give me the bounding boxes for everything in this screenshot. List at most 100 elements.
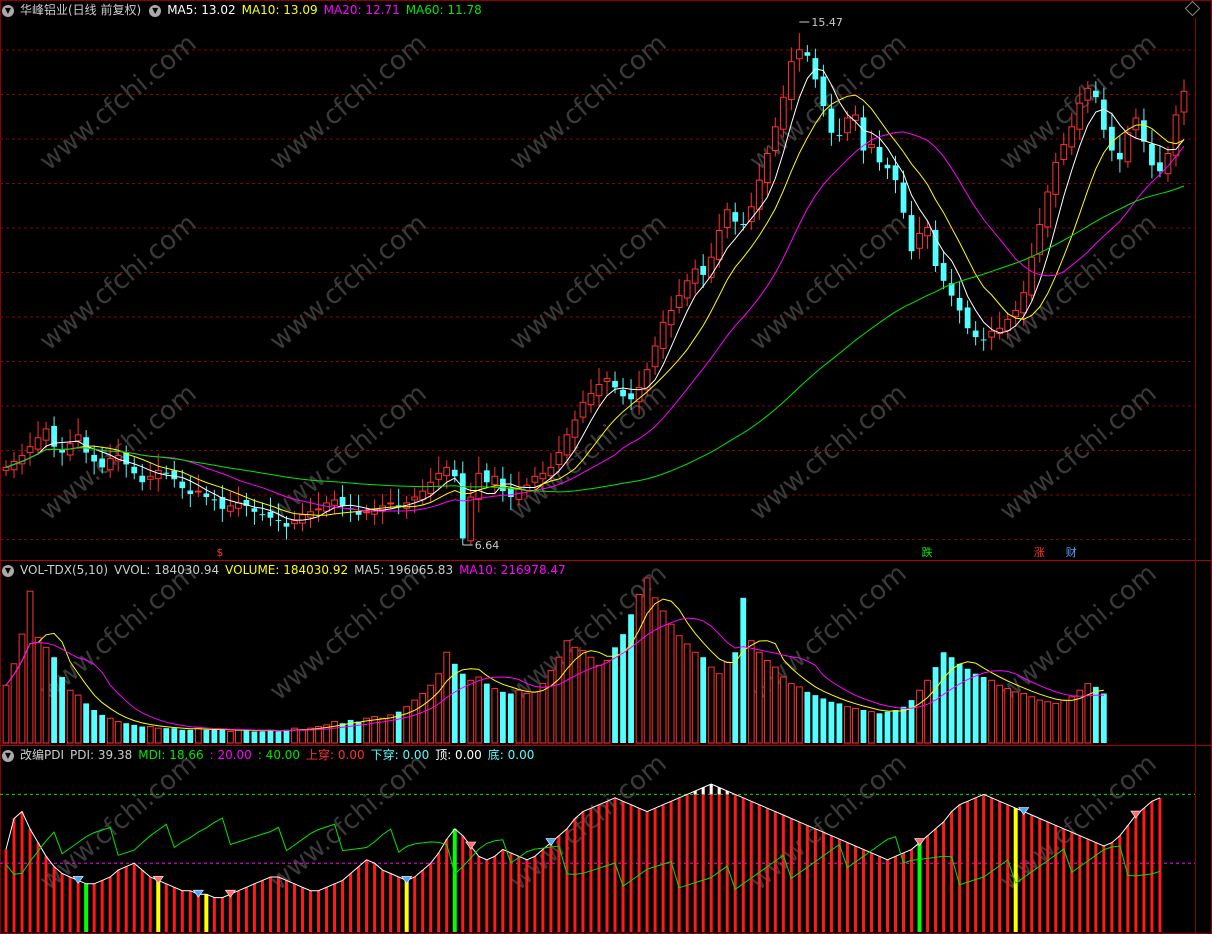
- pdi-bar: [365, 859, 369, 932]
- pdi-bar: [813, 828, 817, 932]
- volume-bar-up: [1084, 683, 1092, 744]
- candle-body-up: [1052, 161, 1060, 195]
- volume-title[interactable]: VOL-TDX(5,10): [20, 563, 108, 577]
- volume-bar-down: [91, 710, 98, 743]
- candle-body-up: [707, 256, 715, 278]
- volume-bar-down: [908, 700, 915, 743]
- pdi-collapse-icon[interactable]: ▼: [2, 749, 14, 762]
- pdi-bar: [317, 890, 321, 932]
- candle-body-down: [1149, 144, 1155, 166]
- pdi-bar: [837, 839, 841, 932]
- candle-body-up: [74, 434, 82, 442]
- volume-bar-down: [812, 695, 819, 743]
- volume-bar-down: [628, 614, 634, 743]
- watermark-text: www.cfchi.com: [264, 749, 433, 897]
- candle-body-down: [732, 212, 739, 222]
- candle-body-up: [651, 345, 659, 368]
- candle-body-down: [131, 466, 138, 474]
- volume-bar-down: [283, 729, 290, 743]
- candle-body-down: [620, 389, 626, 397]
- pdi-bar: [76, 880, 80, 932]
- volume-bar-up: [547, 669, 555, 744]
- volume-bar-down: [83, 703, 90, 743]
- pdi-bar: [333, 883, 337, 932]
- volume-bar-up: [1028, 696, 1036, 744]
- candle-body-down: [964, 307, 971, 329]
- pdi-bar: [188, 890, 192, 932]
- candle-body-up: [291, 520, 298, 525]
- candle-body-down: [956, 298, 963, 311]
- volume-bar-up: [1020, 693, 1028, 744]
- candle-body-up: [1060, 144, 1068, 160]
- candle-body-up: [427, 481, 435, 494]
- pdi-bar: [252, 883, 256, 932]
- pdi-bar: [509, 852, 513, 932]
- candle-body-up: [1036, 224, 1044, 255]
- volume-bar-up: [467, 679, 475, 744]
- volume-bar-up: [1004, 688, 1012, 744]
- pdi-bar: [926, 835, 930, 932]
- candle-body-down: [99, 458, 106, 468]
- candle-body-up: [771, 126, 779, 152]
- volume-bar-up: [779, 676, 787, 744]
- candle-body-down: [203, 493, 210, 498]
- candle-body-down: [892, 165, 899, 181]
- candle-body-up: [411, 496, 419, 501]
- pdi-bar: [517, 856, 521, 932]
- pdi-bar: [1030, 815, 1034, 932]
- pdi-bar: [942, 821, 946, 932]
- volume-ma5-value: MA5: 196065.83: [354, 563, 454, 577]
- pdi-bar: [100, 880, 104, 932]
- bottom-value: 底: 0.00: [487, 748, 535, 762]
- pdi-bar: [990, 797, 994, 932]
- pdi-bar: [966, 801, 970, 932]
- dropdown-icon[interactable]: ▼: [149, 4, 162, 17]
- candle-body-up: [555, 452, 563, 465]
- volume-collapse-icon[interactable]: ▼: [2, 564, 14, 577]
- stock-chart-canvas[interactable]: www.cfchi.com www.cfchi.com www.cfchi.com w…: [0, 0, 1212, 934]
- volume-bar-down: [275, 731, 282, 743]
- pdi-bar: [685, 794, 689, 932]
- pdi-bar: [853, 846, 857, 932]
- watermark-text: www.cfchi.com: [504, 29, 673, 177]
- candle-body-down: [499, 478, 506, 492]
- stock-title[interactable]: 华峰铝业(日线 前复权): [20, 3, 141, 17]
- volume-bar-down: [900, 706, 907, 743]
- pdi-bar: [60, 873, 64, 932]
- collapse-icon[interactable]: ▼: [2, 4, 14, 17]
- pdi-bar: [397, 876, 401, 932]
- pdi-title[interactable]: 改编PDI: [20, 748, 64, 762]
- price-panel-header: ▼ 华峰铝业(日线 前复权) ▼ MA5: 13.02 MA10: 13.09 MA20:…: [0, 1, 488, 19]
- candle-body-down: [163, 472, 170, 474]
- volume-bar-up: [1044, 701, 1052, 744]
- volume-bar-up: [74, 694, 82, 744]
- volume-bar-up: [635, 594, 643, 744]
- candle-body-up: [723, 209, 731, 229]
- pdi-bar: [581, 811, 585, 932]
- candle-body-up: [1068, 126, 1076, 148]
- candle-body-down: [820, 76, 827, 107]
- pdi-bar-top: [701, 787, 705, 795]
- candle-body-up: [916, 232, 923, 249]
- pdi-bar: [653, 808, 657, 932]
- candle-body-up: [691, 268, 699, 284]
- candle-body-up: [1132, 117, 1140, 131]
- pdi-bar: [228, 894, 232, 932]
- pdi-bar: [845, 842, 849, 932]
- candle-body-up: [194, 490, 202, 493]
- candle-body-up: [34, 437, 42, 450]
- pdi-bar: [172, 887, 176, 932]
- pdi-bar: [741, 797, 745, 932]
- pdi-bar: [661, 804, 665, 932]
- candle-body-down: [1117, 152, 1123, 160]
- candle-body-down: [91, 454, 98, 462]
- pdi-bar: [1142, 808, 1146, 932]
- candle-body-down: [740, 223, 747, 225]
- watermark-text: www.cfchi.com: [264, 29, 433, 177]
- pdi-bar: [140, 870, 144, 932]
- candle-body-up: [26, 446, 34, 454]
- pdi-signal-bar: [84, 883, 89, 932]
- candle-body-up: [659, 321, 667, 349]
- pdi-bar: [629, 804, 633, 932]
- pdi-bar: [1134, 815, 1138, 932]
